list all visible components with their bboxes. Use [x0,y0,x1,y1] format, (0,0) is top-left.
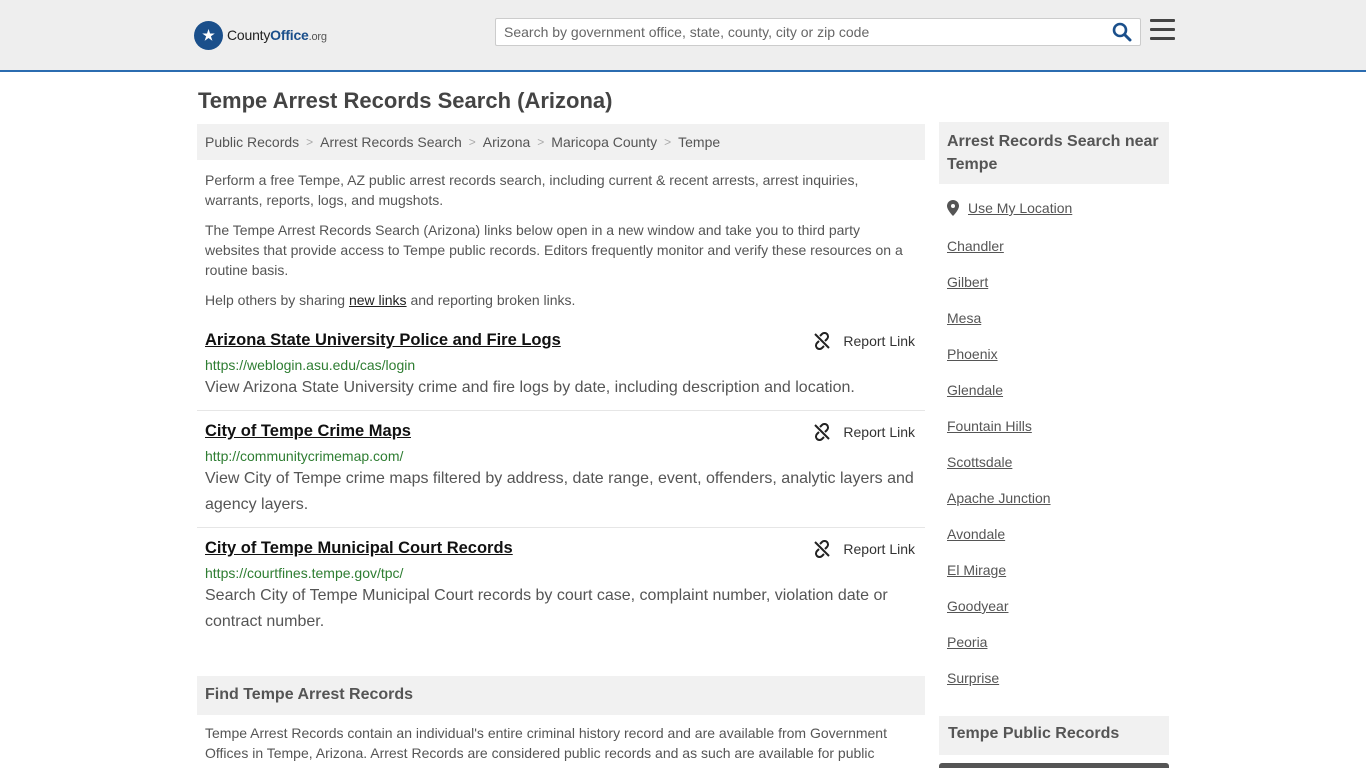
sidebar-city-link[interactable]: Phoenix [947,346,998,362]
report-link-button[interactable]: Report Link [813,332,915,350]
breadcrumb-tempe[interactable]: Tempe [678,134,720,150]
search-icon [1112,22,1132,42]
breadcrumb-arrest-records-search[interactable]: Arrest Records Search [320,134,462,150]
search-bar [495,18,1141,46]
sidebar-city-link[interactable]: Glendale [947,382,1003,398]
logo-seal-icon: ★ [194,20,223,50]
report-link-label: Report Link [843,541,915,557]
breadcrumb-arizona[interactable]: Arizona [483,134,530,150]
broken-link-icon [814,423,831,441]
result-url: http://communitycrimemap.com/ [205,448,404,464]
result-description: View Arizona State University crime and … [205,379,855,396]
use-my-location-link[interactable]: Use My Location [968,200,1072,216]
breadcrumb-separator: > [664,135,672,149]
breadcrumb-separator: > [306,135,314,149]
sidebar-city-link[interactable]: Goodyear [947,598,1008,614]
breadcrumb-separator: > [537,135,545,149]
breadcrumb-maricopa-county[interactable]: Maricopa County [551,134,657,150]
disclaimer-paragraph: The Tempe Arrest Records Search (Arizona… [205,222,903,278]
hamburger-menu-icon[interactable] [1150,19,1175,41]
intro-paragraph: Perform a free Tempe, AZ public arrest r… [205,172,859,208]
sidebar-city-link[interactable]: Apache Junction [947,490,1051,506]
result-description: View City of Tempe crime maps filtered b… [205,470,914,513]
new-links-link[interactable]: new links [349,292,407,308]
report-link-button[interactable]: Report Link [813,540,915,558]
result-description: Search City of Tempe Municipal Court rec… [205,587,888,630]
sidebar-city-link[interactable]: Mesa [947,310,981,326]
result-url: https://weblogin.asu.edu/cas/login [205,357,416,373]
sidebar-city-link[interactable]: Chandler [947,238,1004,254]
sidebar-city-link[interactable]: Gilbert [947,274,988,290]
result-title-link[interactable]: City of Tempe Municipal Court Records [205,539,513,558]
share-paragraph: Help others by sharing new links and rep… [205,292,576,308]
report-link-button[interactable]: Report Link [813,423,915,441]
result-title-link[interactable]: Arizona State University Police and Fire… [205,331,561,350]
report-link-label: Report Link [843,424,915,440]
divider [197,410,925,411]
sidebar-heading: Arrest Records Search near Tempe [939,122,1169,184]
use-location[interactable]: Use My Location [947,200,1072,216]
sidebar-city-link[interactable]: Peoria [947,634,987,650]
sidebar-city-link[interactable]: Surprise [947,670,999,686]
logo-text: CountyOffice.org [227,27,327,43]
sidebar-public-records-heading: Tempe Public Records [939,716,1169,755]
search-button[interactable] [1112,22,1134,44]
report-link-label: Report Link [843,333,915,349]
find-records-text: Tempe Arrest Records contain an individu… [205,725,887,761]
divider [197,527,925,528]
find-records-heading: Find Tempe Arrest Records [197,676,925,715]
site-header: ★ CountyOffice.org [0,0,1366,72]
broken-link-icon [814,332,831,350]
sidebar-panel-edge [939,763,1169,768]
sidebar-city-link[interactable]: Fountain Hills [947,418,1032,434]
page-title: Tempe Arrest Records Search (Arizona) [198,88,613,113]
site-logo[interactable]: ★ CountyOffice.org [194,20,327,50]
sidebar-city-link[interactable]: Avondale [947,526,1005,542]
sidebar-city-link[interactable]: Scottsdale [947,454,1012,470]
result-url: https://courtfines.tempe.gov/tpc/ [205,565,404,581]
breadcrumb-public-records[interactable]: Public Records [205,134,299,150]
broken-link-icon [814,540,831,558]
result-title-link[interactable]: City of Tempe Crime Maps [205,422,411,441]
breadcrumb-separator: > [468,135,476,149]
map-pin-icon [947,200,959,216]
sidebar-city-link[interactable]: El Mirage [947,562,1006,578]
breadcrumb: Public Records > Arrest Records Search >… [197,124,925,160]
search-input[interactable] [496,19,1096,45]
